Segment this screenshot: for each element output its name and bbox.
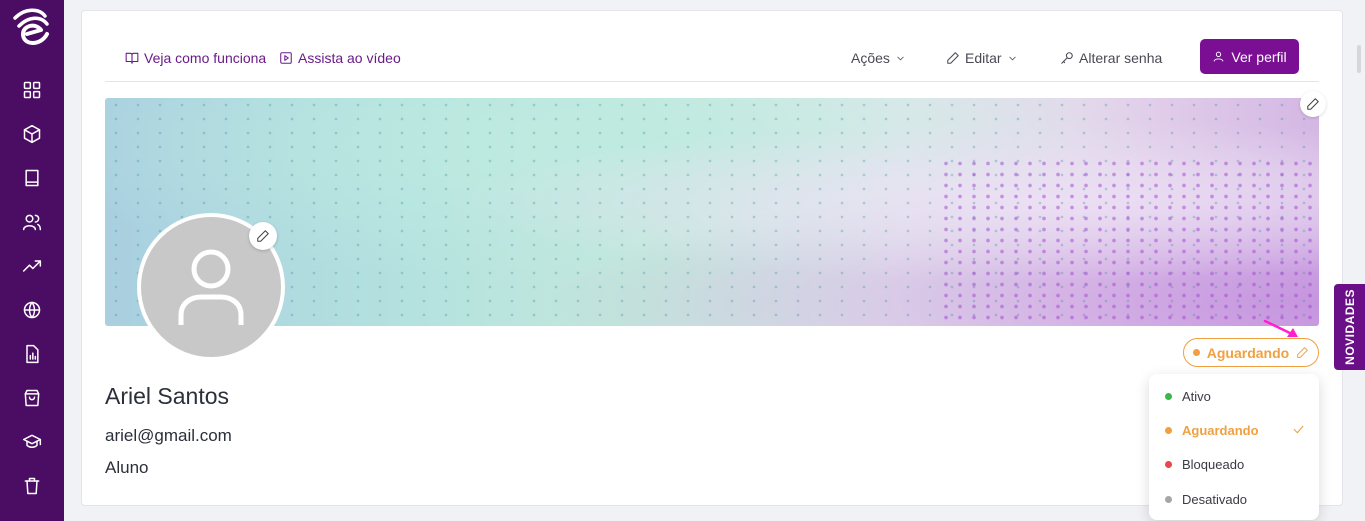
cover-image (105, 98, 1319, 326)
profile-role: Aluno (105, 458, 149, 477)
status-option-aguardando[interactable]: Aguardando (1149, 415, 1319, 445)
dashboard-grid-icon[interactable] (20, 78, 44, 102)
play-video-icon (280, 52, 292, 64)
change-password-link[interactable]: Alterar senha (1060, 50, 1162, 66)
status-dot (1165, 426, 1172, 434)
users-icon[interactable] (20, 210, 44, 234)
edit-avatar-button[interactable] (249, 222, 277, 250)
chevron-down-icon (897, 56, 904, 60)
cover-pattern (939, 158, 1319, 326)
edit-dropdown[interactable]: Editar (946, 50, 1018, 66)
edit-cover-button[interactable] (1300, 91, 1326, 117)
chevron-down-icon (1008, 56, 1016, 60)
status-dot (1165, 460, 1172, 468)
news-side-tab[interactable]: NOVIDADES (1334, 284, 1365, 370)
brand-logo[interactable] (9, 4, 55, 50)
status-option-label: Desativado (1182, 491, 1248, 507)
annotation-arrow (1263, 319, 1298, 337)
status-selector[interactable]: Aguardando (1183, 338, 1319, 367)
box-icon[interactable] (20, 122, 44, 146)
status-option-desativado[interactable]: Desativado (1149, 484, 1319, 514)
pencil-icon (257, 230, 269, 242)
pencil-icon (1307, 98, 1319, 110)
edit-label: Editar (965, 50, 1002, 66)
scrollbar[interactable] (1357, 45, 1361, 73)
watch-video-link[interactable]: Assista ao vídeo (279, 50, 401, 66)
view-profile-button[interactable]: Ver perfil (1200, 39, 1299, 74)
status-option-ativo[interactable]: Ativo (1149, 381, 1319, 411)
watch-video-label: Assista ao vídeo (298, 50, 401, 66)
how-it-works-label: Veja como funciona (144, 50, 267, 66)
view-profile-label: Ver perfil (1231, 48, 1287, 65)
toolbar: Veja como funciona Assista ao vídeo Açõe… (105, 38, 1319, 82)
trash-icon[interactable] (20, 474, 44, 498)
status-label: Aguardando (1206, 344, 1290, 361)
globe-icon[interactable] (20, 298, 44, 322)
status-dot (1165, 495, 1172, 503)
pencil-icon (947, 52, 959, 64)
status-dot (1165, 392, 1172, 400)
report-icon[interactable] (20, 342, 44, 366)
check-icon (1293, 425, 1304, 434)
how-it-works-link[interactable]: Veja como funciona (125, 50, 266, 66)
user-icon (1214, 51, 1224, 62)
change-password-label: Alterar senha (1079, 50, 1163, 66)
book-open-icon (125, 52, 139, 64)
status-dropdown-menu: Ativo Aguardando Bloqueado Desativado (1149, 374, 1319, 520)
graduation-cap-icon[interactable] (20, 430, 44, 454)
profile-email: ariel@gmail.com (105, 426, 232, 445)
trending-up-icon[interactable] (20, 254, 44, 278)
status-dot (1192, 349, 1200, 356)
status-option-bloqueado[interactable]: Bloqueado (1149, 449, 1319, 479)
user-placeholder-icon (178, 249, 244, 325)
status-option-label: Ativo (1182, 388, 1211, 404)
pencil-icon (1297, 347, 1309, 358)
actions-dropdown[interactable]: Ações (851, 50, 906, 66)
shopping-bag-icon[interactable] (20, 386, 44, 410)
book-icon[interactable] (20, 166, 44, 190)
news-side-tab-label: NOVIDADES (1342, 289, 1357, 365)
sidebar (0, 0, 64, 521)
status-option-label: Aguardando (1182, 422, 1259, 438)
actions-label: Ações (851, 50, 890, 66)
status-option-label: Bloqueado (1182, 456, 1245, 472)
profile-name: Ariel Santos (105, 383, 230, 409)
key-icon (1061, 52, 1073, 64)
